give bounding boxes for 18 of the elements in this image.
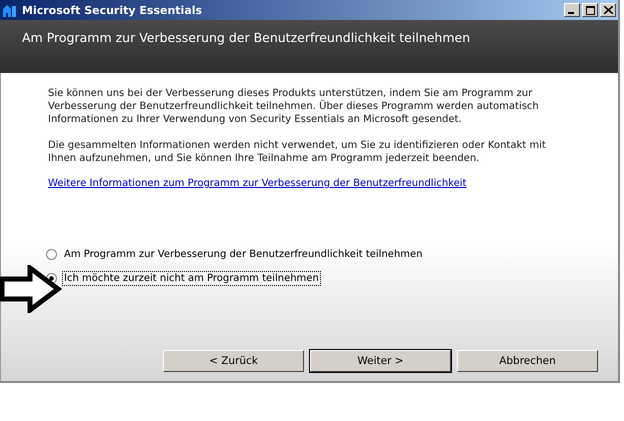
maximize-icon xyxy=(586,6,594,14)
description-text: Die gesammelten Informationen werden nicht verwendet, um Sie zu identifizieren oder Kontakt mit Ihnen aufzunehmen, und Sie können Ihre Teilnahme am Programm jederzeit beenden. xyxy=(48,139,547,165)
wizard-button[interactable]: Abbrechen xyxy=(457,350,598,372)
close-icon xyxy=(604,6,612,14)
maximize-button[interactable] xyxy=(582,3,598,17)
radio-button[interactable] xyxy=(46,249,57,260)
description-text: Sie können uns bei der Verbesserung dieses Produkts unterstützen, indem Sie am Programm zur Verbesserung der Benutzerfreundlichkeit teilnehmen. Über dieses Programm werden automatisch Informationen zu Ihrer Verwendung von Security Essentials an Microsoft gesendet. xyxy=(48,87,540,126)
option-label[interactable]: Am Programm zur Verbesserung der Benutzerfreundlichkeit teilnehmen xyxy=(62,247,425,262)
arrow-icon xyxy=(0,265,62,313)
page-heading: Am Programm zur Verbesserung der Benutzerfreundlichkeit teilnehmen xyxy=(22,30,470,45)
house-icon xyxy=(2,2,18,18)
wizard-button[interactable]: < Zurück xyxy=(163,350,304,372)
option-label[interactable]: Ich möchte zurzeit nicht am Programm teilnehmen xyxy=(62,271,321,286)
wizard-button[interactable]: Weiter > xyxy=(310,350,451,372)
close-button[interactable] xyxy=(600,3,616,17)
info-link[interactable]: Weitere Informationen zum Programm zur Verbesserung der Benutzerfreundlichkeit xyxy=(48,178,598,189)
minimize-button[interactable] xyxy=(564,3,580,17)
window-title: Microsoft Security Essentials xyxy=(22,4,204,16)
